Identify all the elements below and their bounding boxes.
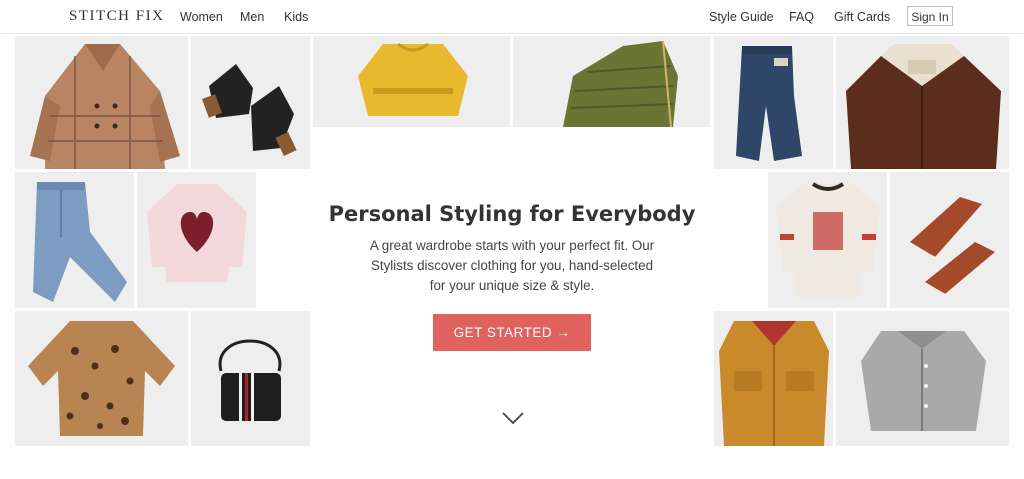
nav-link-gift-cards[interactable]: Gift Cards bbox=[834, 10, 890, 24]
product-tile-plaid-coat bbox=[15, 36, 188, 169]
nav-link-women[interactable]: Women bbox=[180, 10, 223, 24]
product-tile-leopard-top bbox=[15, 311, 188, 446]
corduroy-jacket-image bbox=[846, 44, 1001, 169]
graphic-tee-image bbox=[776, 182, 880, 297]
product-tile-mustard-shirt-jacket bbox=[714, 311, 833, 446]
get-started-button[interactable]: GET STARTED → bbox=[433, 314, 591, 351]
crossbody-bag-image bbox=[218, 339, 282, 421]
product-tile-brown-sneakers bbox=[890, 172, 1009, 308]
heart-sweater-image bbox=[147, 184, 247, 282]
leopard-top-image bbox=[28, 321, 175, 436]
nav-link-faq[interactable]: FAQ bbox=[789, 10, 814, 24]
plaid-coat-image bbox=[30, 44, 180, 169]
product-tile-graphic-tee bbox=[768, 172, 887, 308]
product-tile-black-crossbody-bag bbox=[191, 311, 310, 446]
hero-subtext: A great wardrobe starts with your perfec… bbox=[369, 238, 655, 293]
nav-link-style-guide[interactable]: Style Guide bbox=[709, 10, 774, 24]
dark-jeans-image bbox=[736, 46, 802, 161]
shirt-jacket-image bbox=[719, 321, 829, 446]
mustard-sweater-image bbox=[358, 42, 468, 116]
product-tile-brown-corduroy-jacket bbox=[836, 36, 1009, 169]
gray-shirt-image bbox=[861, 331, 986, 431]
chevron-down-icon[interactable] bbox=[501, 410, 525, 426]
light-jeans-image bbox=[33, 182, 127, 302]
stitch-fix-logo[interactable]: STITCH FIX bbox=[69, 8, 164, 25]
brown-sneakers-image bbox=[910, 197, 995, 299]
nav-link-kids[interactable]: Kids bbox=[284, 10, 308, 24]
hero-section: Personal Styling for Everybody A great w… bbox=[310, 130, 714, 446]
top-navigation: STITCH FIX Women Men Kids Style Guide FA… bbox=[0, 0, 1024, 34]
product-tile-dark-jeans bbox=[714, 36, 833, 169]
puffer-jacket-image bbox=[563, 40, 678, 127]
product-tile-olive-puffer-jacket bbox=[513, 36, 710, 127]
nav-link-men[interactable]: Men bbox=[240, 10, 264, 24]
black-boots-image bbox=[202, 64, 297, 157]
sign-in-button[interactable]: Sign In bbox=[907, 6, 953, 26]
product-tile-heart-sweater bbox=[137, 172, 256, 308]
hero-headline: Personal Styling for Everybody bbox=[328, 202, 696, 226]
product-tile-light-jeans bbox=[15, 172, 134, 308]
product-tile-black-ankle-boots bbox=[191, 36, 310, 169]
product-tile-gray-button-shirt bbox=[836, 311, 1009, 446]
product-tile-mustard-sweater bbox=[313, 36, 510, 127]
